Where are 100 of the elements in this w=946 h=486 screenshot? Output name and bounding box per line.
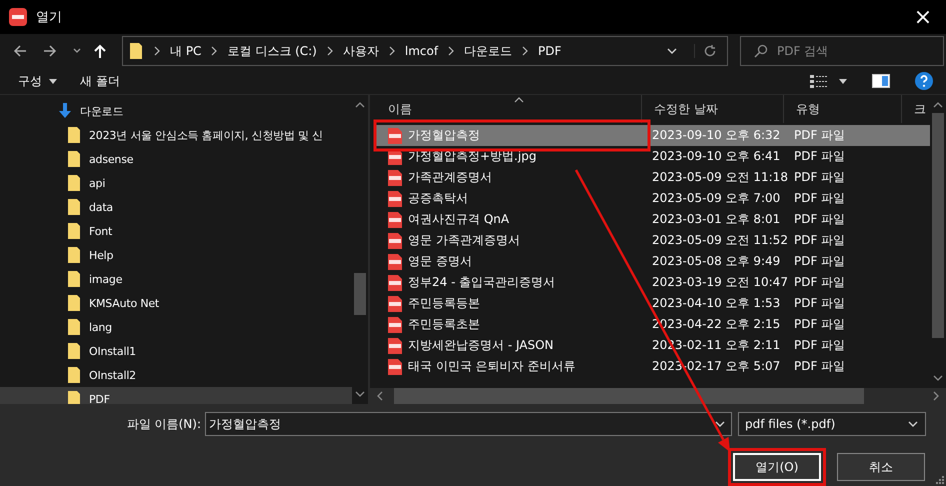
tree-item[interactable]: api: [0, 171, 352, 195]
type-cell-text: PDF 파일: [793, 232, 846, 249]
view-options-icon[interactable]: [810, 74, 828, 88]
search-field[interactable]: PDF 검색: [740, 36, 944, 66]
tree-item[interactable]: OInstall1: [0, 339, 352, 363]
date-cell-text: 2023-04-10 오후 1:53: [651, 295, 782, 312]
column-header[interactable]: 수정한 날짜: [642, 95, 784, 123]
breadcrumb-item[interactable]: 사용자: [342, 42, 379, 60]
scroll-left-icon[interactable]: [376, 391, 384, 401]
type-cell-text: PDF 파일: [793, 358, 846, 375]
folder-icon: [67, 366, 81, 384]
file-name-field[interactable]: 가정혈압측정: [205, 412, 732, 436]
chevron-icon: [521, 46, 530, 56]
scrollbar-thumb[interactable]: [354, 273, 366, 315]
search-icon: [754, 44, 768, 58]
scroll-up-icon[interactable]: [355, 101, 365, 109]
type-cell-text: PDF 파일: [793, 127, 846, 144]
chevron-icon: [326, 46, 334, 56]
file-name: 정부24 - 출입국관리증명서: [408, 274, 556, 291]
file-row[interactable]: 가족관계증명서 2023-05-09 오전 11:18 PDF 파일: [376, 167, 930, 188]
file-row[interactable]: 영문 가족관계증명서 2023-05-09 오전 11:52 PDF 파일: [376, 230, 930, 251]
pdf-file-icon: [388, 316, 402, 332]
tree-item[interactable]: lang: [0, 315, 352, 339]
pdf-file-icon: [388, 254, 402, 270]
tree-item[interactable]: OInstall2: [0, 363, 352, 387]
file-name: 공증촉탁서: [408, 190, 468, 207]
preview-pane-icon[interactable]: [872, 74, 890, 88]
breadcrumb-item[interactable]: 다운로드: [464, 42, 512, 60]
breadcrumb-item[interactable]: PDF: [538, 44, 562, 58]
breadcrumb-item[interactable]: 내 PC: [170, 42, 202, 60]
file-row[interactable]: 영문 증명서 2023-05-08 오후 9:49 PDF 파일: [376, 251, 930, 272]
pdf-file-icon: [388, 128, 402, 144]
back-arrow-icon[interactable]: [12, 43, 28, 60]
tree-item[interactable]: 다운로드: [0, 99, 352, 123]
scrollbar-thumb[interactable]: [394, 388, 864, 404]
scrollbar[interactable]: [370, 388, 946, 404]
new-folder-button[interactable]: 새 폴더: [74, 70, 126, 92]
type-cell-text: PDF 파일: [793, 337, 846, 354]
date-cell-text: 2023-05-09 오후 7:00: [651, 190, 782, 207]
tree-item[interactable]: Help: [0, 243, 352, 267]
pdf-app-icon: [8, 7, 28, 27]
forward-arrow-icon[interactable]: [42, 43, 58, 60]
help-icon[interactable]: [914, 71, 934, 92]
type-cell-text: PDF 파일: [793, 253, 846, 270]
file-name: 가정혈압측정+방법.jpg: [408, 148, 536, 165]
file-name: 여권사진규격 QnA: [408, 211, 510, 228]
file-row[interactable]: 가정혈압측정 2023-09-10 오후 6:32 PDF 파일: [376, 125, 930, 146]
date-cell-text: 2023-03-01 오후 8:01: [651, 211, 782, 228]
file-name: 영문 가족관계증명서: [408, 232, 520, 249]
folder-icon: [67, 270, 81, 288]
pdf-file-icon: [388, 274, 402, 290]
folder-icon: [67, 174, 81, 192]
file-row[interactable]: 주민등록등본 2023-04-10 오후 1:53 PDF 파일: [376, 293, 930, 314]
resize-grip-icon[interactable]: [936, 476, 944, 484]
pdf-file-icon: [388, 338, 402, 354]
scrollbar-thumb[interactable]: [932, 113, 944, 338]
chevron-icon: [447, 46, 456, 56]
open-button[interactable]: 열기(O): [733, 453, 821, 481]
window-title: 열기: [36, 9, 62, 26]
tree-item[interactable]: data: [0, 195, 352, 219]
scroll-down-icon[interactable]: [355, 390, 365, 398]
organize-menu[interactable]: 구성: [12, 70, 64, 92]
tree-item[interactable]: image: [0, 267, 352, 291]
tree-item[interactable]: adsense: [0, 147, 352, 171]
file-row[interactable]: 여권사진규격 QnA 2023-03-01 오후 8:01 PDF 파일: [376, 209, 930, 230]
file-row[interactable]: 공증촉탁서 2023-05-09 오후 7:00 PDF 파일: [376, 188, 930, 209]
file-name: 태국 이민국 은퇴비자 준비서류: [408, 358, 576, 375]
file-name: 주민등록초본: [408, 316, 480, 333]
scroll-right-icon[interactable]: [932, 391, 940, 401]
file-name-label: 파일 이름(N):: [126, 416, 202, 432]
type-cell-text: PDF 파일: [793, 295, 846, 312]
refresh-icon[interactable]: [694, 44, 717, 58]
scroll-up-icon[interactable]: [933, 101, 943, 109]
download-arrow-icon: [58, 102, 72, 120]
column-header[interactable]: 유형: [784, 95, 902, 123]
folder-icon: [67, 126, 81, 144]
date-cell-text: 2023-09-10 오후 6:32: [651, 127, 782, 144]
file-row[interactable]: 가정혈압측정+방법.jpg 2023-09-10 오후 6:41 PDF 파일: [376, 146, 930, 167]
pdf-file-icon: [388, 190, 402, 206]
column-header[interactable]: 크: [902, 95, 930, 123]
up-arrow-icon[interactable]: [92, 43, 108, 60]
address-bar[interactable]: 내 PC 로컬 디스크 (C:) 사용자 lmcof 다운로드 PDF: [122, 36, 728, 66]
breadcrumb-item[interactable]: 로컬 디스크 (C:): [227, 42, 317, 60]
scroll-down-icon[interactable]: [933, 374, 943, 382]
tree-item[interactable]: PDF: [0, 387, 352, 404]
cancel-button[interactable]: 취소: [837, 453, 925, 481]
pdf-file-icon: [388, 358, 402, 374]
chevron-icon: [153, 46, 161, 56]
pdf-file-icon: [388, 212, 402, 228]
folder-icon: [67, 318, 81, 336]
breadcrumb-item[interactable]: lmcof: [404, 44, 438, 58]
tree-item[interactable]: Font: [0, 219, 352, 243]
column-header[interactable]: 이름: [376, 95, 642, 123]
file-type-dropdown[interactable]: pdf files (*.pdf): [738, 412, 926, 436]
caret-icon[interactable]: [838, 77, 848, 86]
close-button[interactable]: ×: [900, 0, 946, 34]
tree-item[interactable]: 2023년 서울 안심소득 홈페이지, 신청방법 및 신: [0, 123, 352, 147]
tree-item[interactable]: KMSAuto Net: [0, 291, 352, 315]
date-cell-text: 2023-09-10 오후 6:41: [651, 148, 782, 165]
file-row[interactable]: 정부24 - 출입국관리증명서 2023-03-19 오전 10:47 PDF 파일: [376, 272, 930, 293]
